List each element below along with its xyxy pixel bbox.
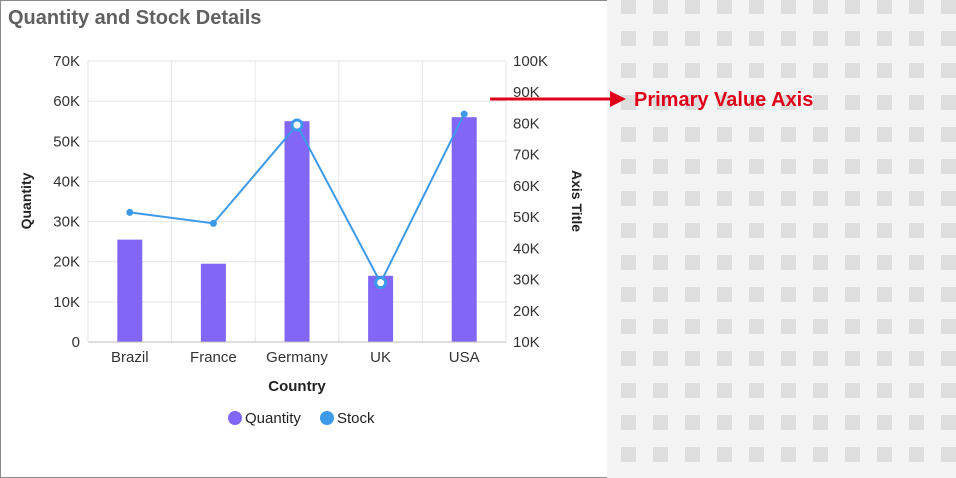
bar-quantity[interactable] xyxy=(284,121,310,342)
x-tick-label: UK xyxy=(370,349,391,366)
legend-marker-stock xyxy=(320,411,334,425)
y-tick-label: 50K xyxy=(53,133,80,150)
x-axis-title: Country xyxy=(268,378,326,395)
bar-quantity[interactable] xyxy=(200,263,226,342)
y-tick-label: 40K xyxy=(53,173,80,190)
y-tick-label: 0 xyxy=(72,334,80,351)
y-tick-label: 60K xyxy=(53,93,80,110)
y-axis-title: Quantity xyxy=(18,172,34,229)
y-tick-label: 30K xyxy=(53,214,80,231)
point-stock[interactable] xyxy=(126,208,134,216)
secondary-y-tick-label: 30K xyxy=(513,272,540,289)
x-tick-label: Germany xyxy=(266,349,328,366)
secondary-y-tick-label: 80K xyxy=(513,115,540,132)
y-tick-label: 70K xyxy=(53,53,80,70)
secondary-y-tick-label: 20K xyxy=(513,303,540,320)
legend-item-stock[interactable]: Stock xyxy=(320,410,375,427)
legend-label-quantity: Quantity xyxy=(245,410,301,427)
x-tick-label: Brazil xyxy=(111,349,149,366)
legend-item-quantity[interactable]: Quantity xyxy=(228,410,301,427)
secondary-y-tick-label: 10K xyxy=(513,334,540,351)
bar-quantity[interactable] xyxy=(451,117,477,342)
x-tick-label: USA xyxy=(449,349,480,366)
y-tick-label: 10K xyxy=(53,294,80,311)
point-stock[interactable] xyxy=(290,118,304,132)
secondary-y-tick-label: 50K xyxy=(513,209,540,226)
secondary-y-axis-title: Axis Title xyxy=(569,170,585,232)
legend: Quantity Stock xyxy=(228,410,375,427)
point-stock[interactable] xyxy=(209,219,217,227)
secondary-y-tick-label: 40K xyxy=(513,240,540,257)
point-stock[interactable] xyxy=(374,276,388,290)
callout-label: Primary Value Axis xyxy=(634,89,813,111)
point-stock[interactable] xyxy=(460,110,468,118)
secondary-y-tick-label: 70K xyxy=(513,147,540,164)
x-tick-label: France xyxy=(190,349,237,366)
y-tick-label: 20K xyxy=(53,254,80,271)
bar-quantity[interactable] xyxy=(117,239,143,342)
legend-label-stock: Stock xyxy=(337,410,375,427)
combo-chart: 0 10K 20K 30K 40K 50K 60K 70K 10K 20K 30K 40K 50K 60K… xyxy=(18,53,813,427)
legend-marker-quantity xyxy=(228,411,242,425)
secondary-y-tick-label: 100K xyxy=(513,53,548,70)
secondary-y-tick-label: 60K xyxy=(513,178,540,195)
callout-arrowhead-icon xyxy=(610,91,626,107)
